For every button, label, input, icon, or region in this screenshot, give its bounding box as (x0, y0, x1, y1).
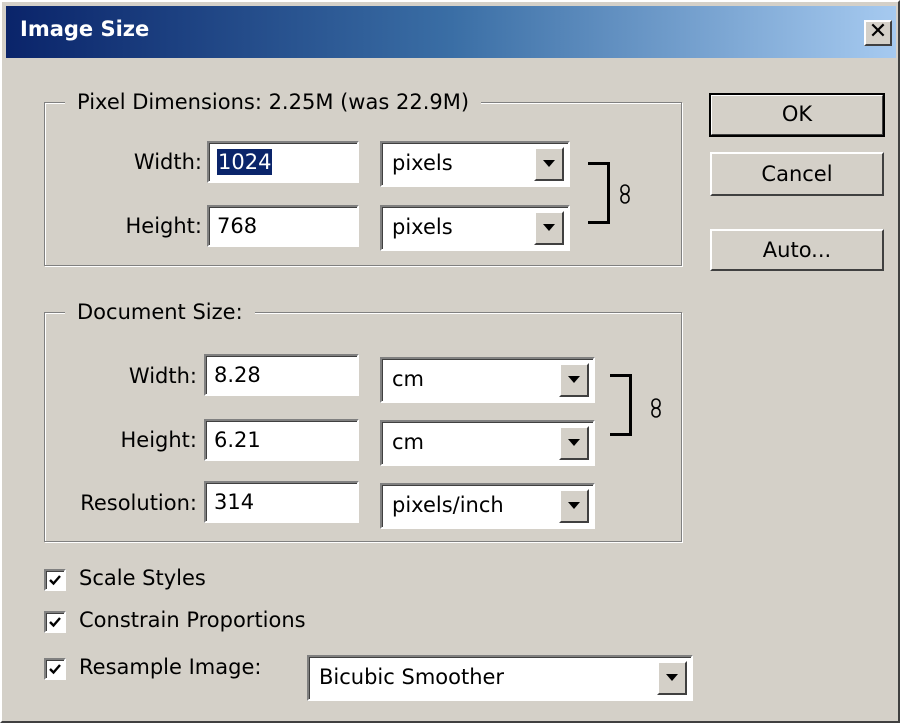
doc-height-value: 6.21 (214, 428, 261, 452)
constrain-proportions-checkbox[interactable] (44, 611, 66, 633)
doc-height-unit-value: cm (392, 430, 425, 454)
pixel-height-value: 768 (217, 214, 258, 238)
cancel-button-label: Cancel (761, 162, 833, 186)
document-size-legend: Document Size: (65, 297, 255, 327)
pixel-height-unit-value: pixels (392, 215, 453, 239)
chain-link-icon (620, 184, 630, 204)
resolution-unit-value: pixels/inch (392, 493, 504, 517)
doc-height-label: Height: (120, 428, 198, 452)
pixel-dimensions-group: Pixel Dimensions: 2.25M (was 22.9M) (44, 87, 682, 266)
chevron-down-icon[interactable] (559, 489, 589, 523)
doc-constrain-bracket (610, 374, 632, 436)
pixel-dimensions-legend: Pixel Dimensions: 2.25M (was 22.9M) (65, 87, 482, 117)
doc-width-unit-select[interactable]: cm (380, 357, 595, 403)
chain-link-icon (651, 398, 661, 418)
doc-height-unit-select[interactable]: cm (380, 420, 595, 466)
ok-button[interactable]: OK (709, 93, 885, 137)
resolution-input[interactable]: 314 (204, 481, 359, 523)
close-button[interactable]: ✕ (864, 20, 892, 46)
cancel-button[interactable]: Cancel (710, 152, 884, 196)
close-icon: ✕ (868, 19, 888, 44)
resolution-label: Resolution: (80, 491, 197, 515)
doc-height-input[interactable]: 6.21 (204, 419, 359, 461)
scale-styles-checkbox[interactable] (44, 569, 66, 591)
auto-button[interactable]: Auto... (710, 229, 884, 271)
dialog-title: Image Size (20, 17, 150, 41)
chevron-down-icon[interactable] (657, 661, 687, 695)
doc-width-label: Width: (128, 364, 197, 388)
doc-width-value: 8.28 (214, 363, 261, 387)
checkmark-icon (49, 575, 61, 586)
resolution-value: 314 (214, 490, 255, 514)
pixel-height-label: Height: (125, 214, 203, 238)
resample-method-select[interactable]: Bicubic Smoother (307, 655, 693, 701)
pixel-constrain-bracket (588, 162, 610, 224)
pixel-width-input[interactable]: 1024 (207, 141, 359, 183)
chevron-down-icon[interactable] (559, 426, 589, 460)
pixel-width-unit-select[interactable]: pixels (380, 141, 570, 187)
auto-button-label: Auto... (762, 238, 832, 262)
resample-method-value: Bicubic Smoother (319, 665, 505, 689)
chevron-down-icon[interactable] (559, 363, 589, 397)
title-bar[interactable]: Image Size ✕ (6, 6, 896, 58)
chevron-down-icon[interactable] (534, 211, 564, 245)
pixel-height-unit-select[interactable]: pixels (380, 205, 570, 251)
image-size-dialog: Image Size ✕ Pixel Dimensions: 2.25M (wa… (0, 0, 900, 723)
pixel-width-label: Width: (133, 150, 202, 174)
ok-button-label: OK (781, 102, 813, 126)
pixel-height-input[interactable]: 768 (207, 205, 359, 247)
chevron-down-icon[interactable] (534, 147, 564, 181)
pixel-width-unit-value: pixels (392, 151, 453, 175)
checkmark-icon (49, 664, 61, 675)
scale-styles-label[interactable]: Scale Styles (79, 566, 206, 590)
resolution-unit-select[interactable]: pixels/inch (380, 483, 595, 529)
resample-image-label[interactable]: Resample Image: (79, 655, 261, 679)
doc-width-unit-value: cm (392, 367, 425, 391)
checkmark-icon (49, 617, 61, 628)
pixel-width-value: 1024 (217, 149, 273, 175)
constrain-proportions-label[interactable]: Constrain Proportions (79, 608, 306, 632)
resample-image-checkbox[interactable] (44, 658, 66, 680)
doc-width-input[interactable]: 8.28 (204, 354, 359, 396)
